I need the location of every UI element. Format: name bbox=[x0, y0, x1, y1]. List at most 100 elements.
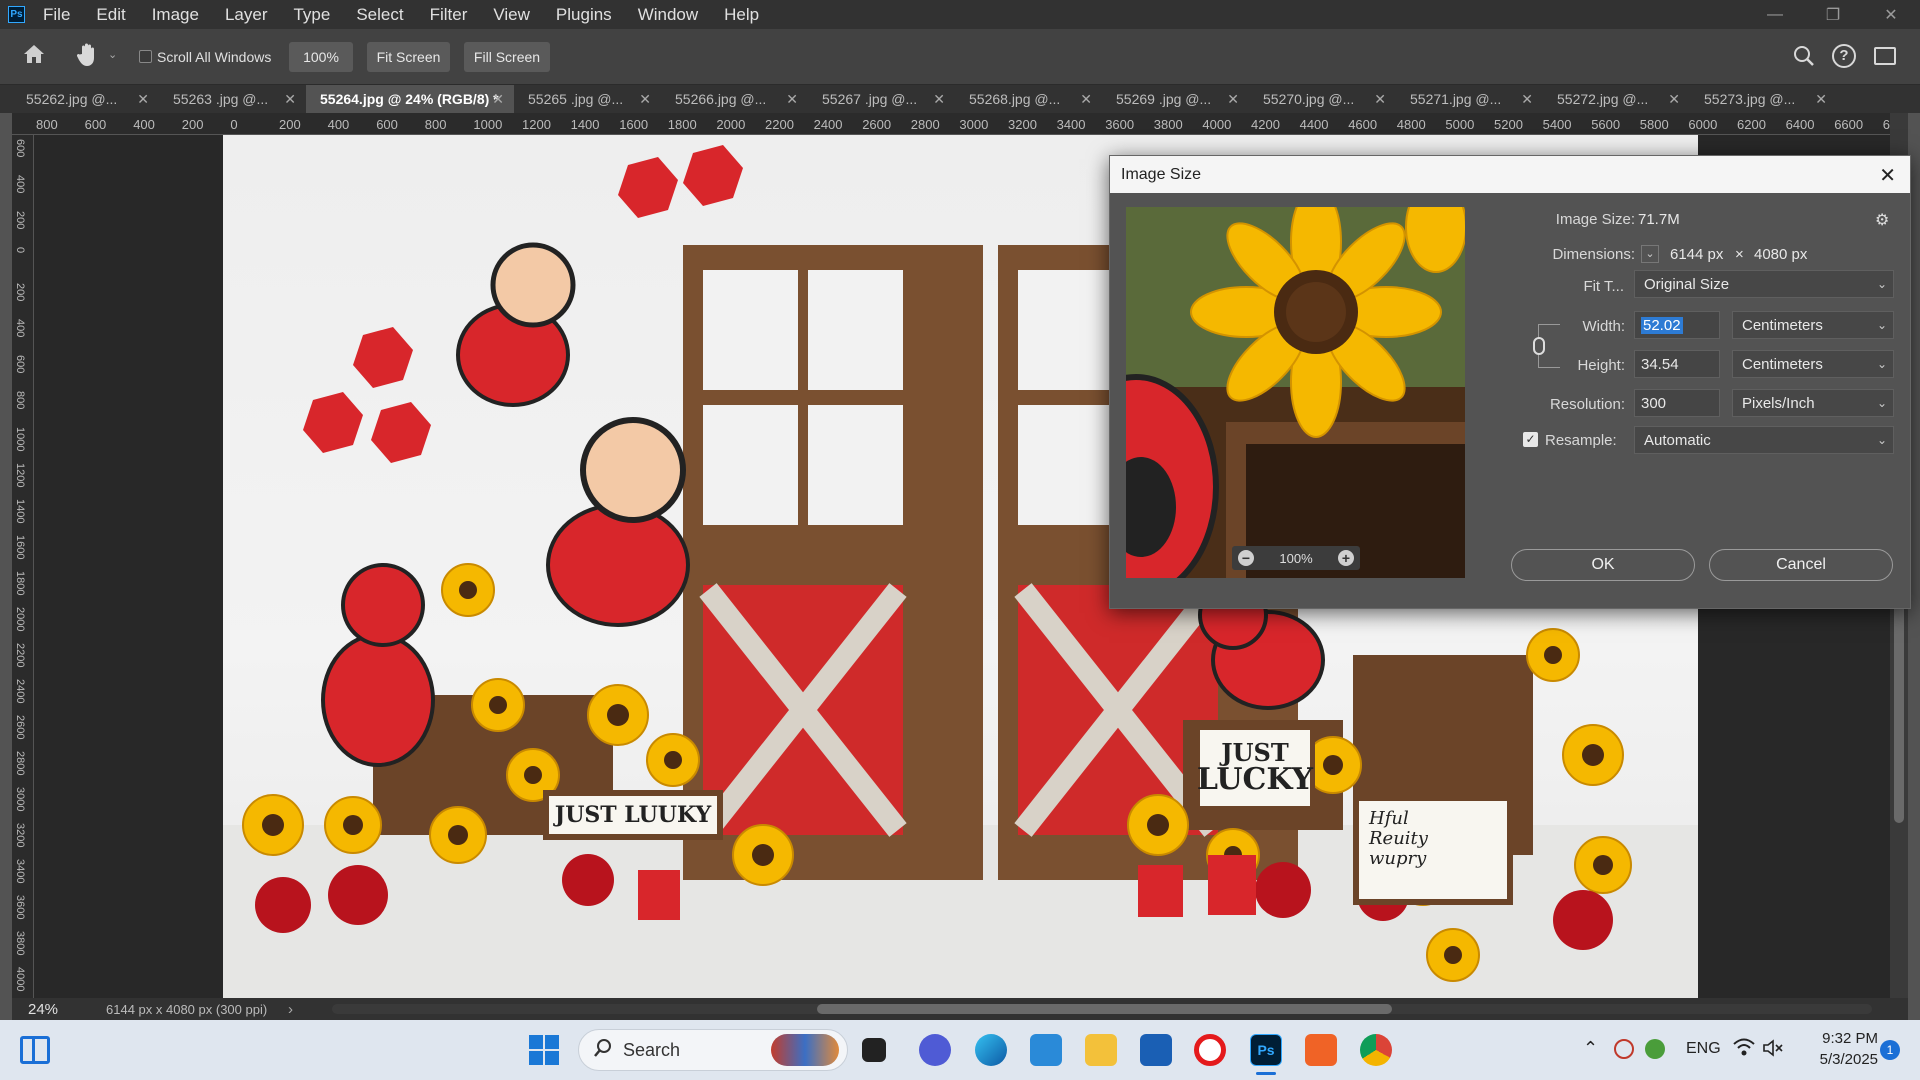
tab-close-icon[interactable]: ✕ bbox=[1815, 91, 1827, 108]
close-icon[interactable]: ✕ bbox=[1879, 163, 1896, 188]
h-scroll-thumb[interactable] bbox=[817, 1004, 1392, 1014]
security-icon[interactable] bbox=[1645, 1039, 1665, 1059]
status-info[interactable]: 6144 px x 4080 px (300 ppi) bbox=[106, 1002, 267, 1017]
dimensions-dropdown-icon[interactable]: ⌄ bbox=[1641, 245, 1659, 263]
zoom-out-icon[interactable]: − bbox=[1238, 550, 1254, 566]
zoom-level-field[interactable]: 100% bbox=[289, 42, 353, 72]
tab-close-icon[interactable]: ✕ bbox=[786, 91, 798, 108]
status-chevron-icon[interactable]: › bbox=[288, 1001, 293, 1018]
height-input[interactable]: 34.54 bbox=[1634, 350, 1720, 378]
edge-icon[interactable] bbox=[975, 1034, 1007, 1066]
notification-badge[interactable]: 1 bbox=[1880, 1040, 1900, 1060]
clock-time[interactable]: 9:32 PM bbox=[1808, 1030, 1878, 1047]
widgets-icon[interactable] bbox=[20, 1036, 50, 1064]
image-preview[interactable]: − 100% + bbox=[1126, 207, 1465, 578]
tab-close-icon[interactable]: ✕ bbox=[1080, 91, 1092, 108]
photoshop-taskbar-icon[interactable]: Ps bbox=[1250, 1034, 1282, 1066]
tab-close-icon[interactable]: ✕ bbox=[137, 91, 149, 108]
vpn-icon[interactable] bbox=[1614, 1039, 1634, 1059]
photoshop-logo[interactable]: Ps bbox=[8, 6, 25, 23]
ruler-v-tick: 2200 bbox=[14, 643, 26, 668]
workspace-icon[interactable] bbox=[1874, 47, 1896, 65]
tab-document-4[interactable]: 55266.jpg @... ✕ bbox=[661, 85, 808, 113]
show-hidden-icons[interactable]: ⌃ bbox=[1583, 1038, 1598, 1059]
menu-select[interactable]: Select bbox=[356, 5, 403, 25]
height-unit-dropdown[interactable]: Centimeters ⌄ bbox=[1732, 350, 1894, 378]
resolution-input[interactable]: 300 bbox=[1634, 389, 1720, 417]
help-icon[interactable]: ? bbox=[1832, 44, 1856, 68]
scroll-all-windows-checkbox[interactable] bbox=[139, 50, 152, 63]
link-icon[interactable] bbox=[1533, 337, 1545, 355]
tab-close-icon[interactable]: ✕ bbox=[284, 91, 296, 108]
minimize-icon[interactable]: — bbox=[1746, 0, 1804, 29]
teams-icon[interactable] bbox=[919, 1034, 951, 1066]
menu-file[interactable]: File bbox=[43, 5, 70, 25]
fit-screen-button[interactable]: Fit Screen bbox=[367, 42, 450, 72]
tab-document-9[interactable]: 55271.jpg @... ✕ bbox=[1396, 85, 1543, 113]
taskbar-search[interactable]: Search bbox=[578, 1029, 848, 1071]
ok-button[interactable]: OK bbox=[1511, 549, 1695, 581]
tab-document-7[interactable]: 55269 .jpg @... ✕ bbox=[1102, 85, 1249, 113]
fill-screen-button[interactable]: Fill Screen bbox=[464, 42, 550, 72]
cancel-button[interactable]: Cancel bbox=[1709, 549, 1893, 581]
tab-document-0[interactable]: 55262.jpg @... ✕ bbox=[12, 85, 159, 113]
tab-document-6[interactable]: 55268.jpg @... ✕ bbox=[955, 85, 1102, 113]
tab-document-5[interactable]: 55267 .jpg @... ✕ bbox=[808, 85, 955, 113]
status-zoom[interactable]: 24% bbox=[28, 1001, 90, 1018]
home-icon[interactable] bbox=[22, 43, 46, 70]
chrome-icon[interactable] bbox=[1360, 1034, 1392, 1066]
tab-close-icon[interactable]: ✕ bbox=[933, 91, 945, 108]
width-input[interactable]: 52.02 bbox=[1634, 311, 1720, 339]
close-icon[interactable]: ✕ bbox=[1862, 0, 1920, 29]
opera-icon[interactable] bbox=[1194, 1034, 1226, 1066]
gear-icon[interactable]: ⚙ bbox=[1875, 210, 1889, 230]
maximize-icon[interactable]: ❐ bbox=[1804, 0, 1862, 29]
menu-type[interactable]: Type bbox=[293, 5, 330, 25]
resample-checkbox[interactable]: ✓ bbox=[1523, 432, 1538, 447]
tab-document-10[interactable]: 55272.jpg @... ✕ bbox=[1543, 85, 1690, 113]
tab-close-icon[interactable]: ✕ bbox=[1668, 91, 1680, 108]
clock-date[interactable]: 5/3/2025 bbox=[1798, 1051, 1878, 1068]
tab-close-icon[interactable]: ✕ bbox=[639, 91, 651, 108]
horizontal-scrollbar[interactable] bbox=[332, 1004, 1872, 1014]
wifi-icon[interactable] bbox=[1733, 1037, 1755, 1062]
tab-close-icon[interactable]: ✕ bbox=[1227, 91, 1239, 108]
menu-layer[interactable]: Layer bbox=[225, 5, 268, 25]
menu-image[interactable]: Image bbox=[152, 5, 199, 25]
scroll-thumb[interactable] bbox=[1894, 583, 1904, 823]
tab-label: 55265 .jpg @... bbox=[528, 91, 624, 107]
resolution-unit-dropdown[interactable]: Pixels/Inch ⌄ bbox=[1732, 389, 1894, 417]
file-explorer-icon[interactable] bbox=[1085, 1034, 1117, 1066]
microsoft-store-icon[interactable] bbox=[1140, 1034, 1172, 1066]
chevron-down-icon[interactable]: ⌄ bbox=[108, 48, 117, 61]
width-unit-dropdown[interactable]: Centimeters ⌄ bbox=[1732, 311, 1894, 339]
tab-close-icon[interactable]: ✕ bbox=[1374, 91, 1386, 108]
menu-help[interactable]: Help bbox=[724, 5, 759, 25]
snipping-tool-icon[interactable] bbox=[1030, 1034, 1062, 1066]
tab-close-icon[interactable]: ✕ bbox=[1521, 91, 1533, 108]
volume-mute-icon[interactable] bbox=[1762, 1038, 1784, 1063]
search-icon[interactable] bbox=[1793, 45, 1815, 72]
task-view-icon[interactable] bbox=[862, 1038, 886, 1062]
tab-document-3[interactable]: 55265 .jpg @... ✕ bbox=[514, 85, 661, 113]
ruler-v-tick: 3600 bbox=[14, 895, 26, 920]
fit-to-dropdown[interactable]: Original Size ⌄ bbox=[1634, 270, 1894, 298]
hand-tool-icon[interactable] bbox=[76, 42, 100, 73]
tab-document-11[interactable]: 55273.jpg @... ✕ bbox=[1690, 85, 1837, 113]
tab-document-8[interactable]: 55270.jpg @... ✕ bbox=[1249, 85, 1396, 113]
tab-document-1[interactable]: 55263 .jpg @... ✕ bbox=[159, 85, 306, 113]
menu-edit[interactable]: Edit bbox=[96, 5, 125, 25]
start-icon[interactable] bbox=[529, 1035, 559, 1065]
zoom-in-icon[interactable]: + bbox=[1338, 550, 1354, 566]
tab-close-icon[interactable]: ✕ bbox=[492, 91, 504, 108]
menu-window[interactable]: Window bbox=[638, 5, 698, 25]
tab-document-2[interactable]: 55264.jpg @ 24% (RGB/8) * ✕ bbox=[306, 85, 514, 113]
dimension-width-px: 6144 px bbox=[1670, 246, 1724, 263]
menu-filter[interactable]: Filter bbox=[430, 5, 468, 25]
language-indicator[interactable]: ENG bbox=[1686, 1040, 1721, 1058]
menu-plugins[interactable]: Plugins bbox=[556, 5, 612, 25]
width-unit-value: Centimeters bbox=[1742, 316, 1823, 334]
resample-dropdown[interactable]: Automatic ⌄ bbox=[1634, 426, 1894, 454]
menu-view[interactable]: View bbox=[493, 5, 530, 25]
brave-icon[interactable] bbox=[1305, 1034, 1337, 1066]
